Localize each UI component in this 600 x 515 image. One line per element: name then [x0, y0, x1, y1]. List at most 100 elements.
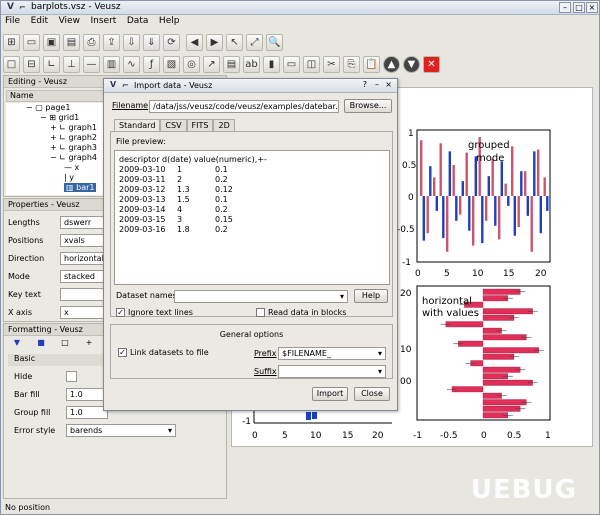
- add-grid-icon[interactable]: ⊟: [23, 55, 40, 73]
- minimize-button[interactable]: –: [559, 2, 571, 13]
- prop-positions-field[interactable]: xvals: [60, 234, 108, 247]
- horizontal-label-2: with values: [422, 308, 479, 319]
- filename-field[interactable]: /data/jss/veusz/code/veusz/examples/date…: [149, 100, 339, 113]
- tree-item-grid1[interactable]: − ⊞ grid1: [40, 113, 79, 122]
- dataset-names-field[interactable]: ▾: [174, 290, 348, 303]
- horizontal-bar: [482, 288, 521, 295]
- help-icon[interactable]: ?: [363, 80, 367, 89]
- menu-file[interactable]: File: [1, 15, 24, 27]
- add-function-icon[interactable]: ƒ: [143, 55, 160, 73]
- ignore-text-option[interactable]: ✓ Ignore text lines: [116, 308, 193, 317]
- menu-insert[interactable]: Insert: [87, 15, 121, 27]
- save-as-icon[interactable]: ▤: [63, 33, 80, 51]
- prev-page-icon[interactable]: ◀: [186, 33, 203, 51]
- save-icon[interactable]: ▣: [43, 33, 60, 51]
- add-vector-icon[interactable]: ↗: [203, 55, 220, 73]
- fmt-groupfill-field[interactable]: 1.0: [66, 406, 108, 419]
- tree-item-y[interactable]: | y: [64, 173, 74, 182]
- browse-button[interactable]: Browse...: [344, 99, 392, 113]
- suffix-field[interactable]: ▾: [278, 365, 386, 378]
- tree-item-graph4[interactable]: − ∟ graph4: [50, 153, 97, 162]
- window-title: barplots.vsz - Veusz: [31, 2, 121, 12]
- minimize-icon[interactable]: –: [375, 80, 379, 89]
- add-rect-icon[interactable]: ▭: [283, 55, 300, 73]
- preview-date: 2009-03-16: [119, 225, 166, 234]
- add-colorbar-icon[interactable]: ▮: [263, 55, 280, 73]
- prop-direction-select[interactable]: horizontal: [60, 252, 108, 265]
- close-button[interactable]: ×: [586, 2, 598, 13]
- print-icon[interactable]: ⎙: [83, 33, 100, 51]
- tree-item-x[interactable]: — x: [64, 163, 79, 172]
- maximize-button[interactable]: □: [573, 2, 585, 13]
- add-shape-icon[interactable]: ◫: [303, 55, 320, 73]
- tree-item-graph3[interactable]: + ∟ graph3: [50, 143, 97, 152]
- tree-item-page1[interactable]: − ▢ page1: [26, 103, 70, 112]
- add-page-icon[interactable]: □: [3, 55, 20, 73]
- prop-lengths-field[interactable]: dswerr: [60, 216, 108, 229]
- import-button[interactable]: Import: [312, 387, 348, 401]
- move-down-icon[interactable]: ▼: [403, 55, 420, 73]
- fmt-barfill-field[interactable]: 1.0: [66, 388, 108, 401]
- chevron-down-icon: ▾: [167, 426, 172, 435]
- cut-icon[interactable]: ✂: [323, 55, 340, 73]
- reload-icon[interactable]: ⟳: [163, 33, 180, 51]
- format-tab-fill-icon[interactable]: ■: [30, 338, 52, 352]
- add-fit-icon[interactable]: ∿: [123, 55, 140, 73]
- open-icon[interactable]: ▭: [23, 33, 40, 51]
- add-key-icon[interactable]: ▤: [223, 55, 240, 73]
- prefix-field[interactable]: $FILENAME_ ▾: [278, 347, 386, 360]
- import2-icon[interactable]: ⇓: [143, 33, 160, 51]
- format-tab-main-icon[interactable]: ▼: [6, 338, 28, 352]
- close-dialog-button[interactable]: Close: [354, 387, 390, 401]
- add-label-icon[interactable]: ab: [243, 55, 260, 73]
- tree-item-graph1[interactable]: + ∟ graph1: [50, 123, 97, 132]
- add-bar-icon[interactable]: ▥: [103, 55, 120, 73]
- tree-item-graph2[interactable]: + ∟ graph2: [50, 133, 97, 142]
- prop-mode-select[interactable]: stacked: [60, 270, 108, 283]
- pin-icon[interactable]: ⌐: [122, 81, 129, 90]
- format-tab-border-icon[interactable]: □: [54, 338, 76, 352]
- link-datasets-checkbox[interactable]: ✓: [118, 348, 127, 357]
- grouped-bar: [539, 196, 542, 234]
- menu-help[interactable]: Help: [155, 15, 184, 27]
- ignore-text-checkbox[interactable]: ✓: [116, 308, 125, 317]
- horizontal-bar: [482, 334, 527, 341]
- move-up-icon[interactable]: ▲: [383, 55, 400, 73]
- read-blocks-checkbox[interactable]: [256, 308, 265, 317]
- add-graph-icon[interactable]: ∟: [43, 55, 60, 73]
- tab-fits[interactable]: FITS: [186, 119, 214, 131]
- new-icon[interactable]: ⊞: [3, 33, 20, 51]
- read-blocks-option[interactable]: Read data in blocks: [256, 308, 346, 317]
- prop-xaxis-field[interactable]: x: [60, 306, 108, 319]
- close-icon[interactable]: ×: [385, 80, 392, 89]
- copy-icon[interactable]: ⎘: [343, 55, 360, 73]
- fmt-hide-checkbox[interactable]: [66, 371, 77, 382]
- tab-csv[interactable]: CSV: [160, 119, 187, 131]
- next-page-icon[interactable]: ▶: [206, 33, 223, 51]
- format-tab-error-icon[interactable]: +: [78, 338, 100, 352]
- pin-icon[interactable]: ⌐: [19, 3, 26, 12]
- add-contour-icon[interactable]: ◎: [183, 55, 200, 73]
- prop-keytext-field[interactable]: [60, 288, 108, 301]
- export-icon[interactable]: ⇪: [103, 33, 120, 51]
- menu-data[interactable]: Data: [123, 15, 153, 27]
- zoom-graph-icon[interactable]: ⤢: [246, 33, 263, 51]
- delete-icon[interactable]: ✕: [423, 55, 440, 73]
- tab-2d[interactable]: 2D: [213, 119, 235, 131]
- add-image-icon[interactable]: ▧: [163, 55, 180, 73]
- tab-standard[interactable]: Standard: [114, 119, 161, 131]
- select-icon[interactable]: ↖: [226, 33, 243, 51]
- import-icon[interactable]: ⇩: [123, 33, 140, 51]
- zoom-icon[interactable]: 🔍: [266, 33, 283, 51]
- add-axis-icon[interactable]: ⊥: [63, 55, 80, 73]
- tree-item-bar1[interactable]: ▥ bar1: [64, 183, 97, 192]
- top-ytick-1: 0.5: [402, 161, 416, 171]
- preview-error: 0.15: [215, 215, 233, 224]
- paste-icon[interactable]: 📋: [363, 55, 380, 73]
- add-xy-icon[interactable]: —: [83, 55, 100, 73]
- menu-view[interactable]: View: [55, 15, 84, 27]
- help-button[interactable]: Help: [354, 289, 388, 303]
- fmt-errorstyle-select[interactable]: barends ▾: [66, 424, 176, 437]
- menu-edit[interactable]: Edit: [27, 15, 52, 27]
- link-datasets-option[interactable]: ✓ Link datasets to file: [118, 348, 209, 357]
